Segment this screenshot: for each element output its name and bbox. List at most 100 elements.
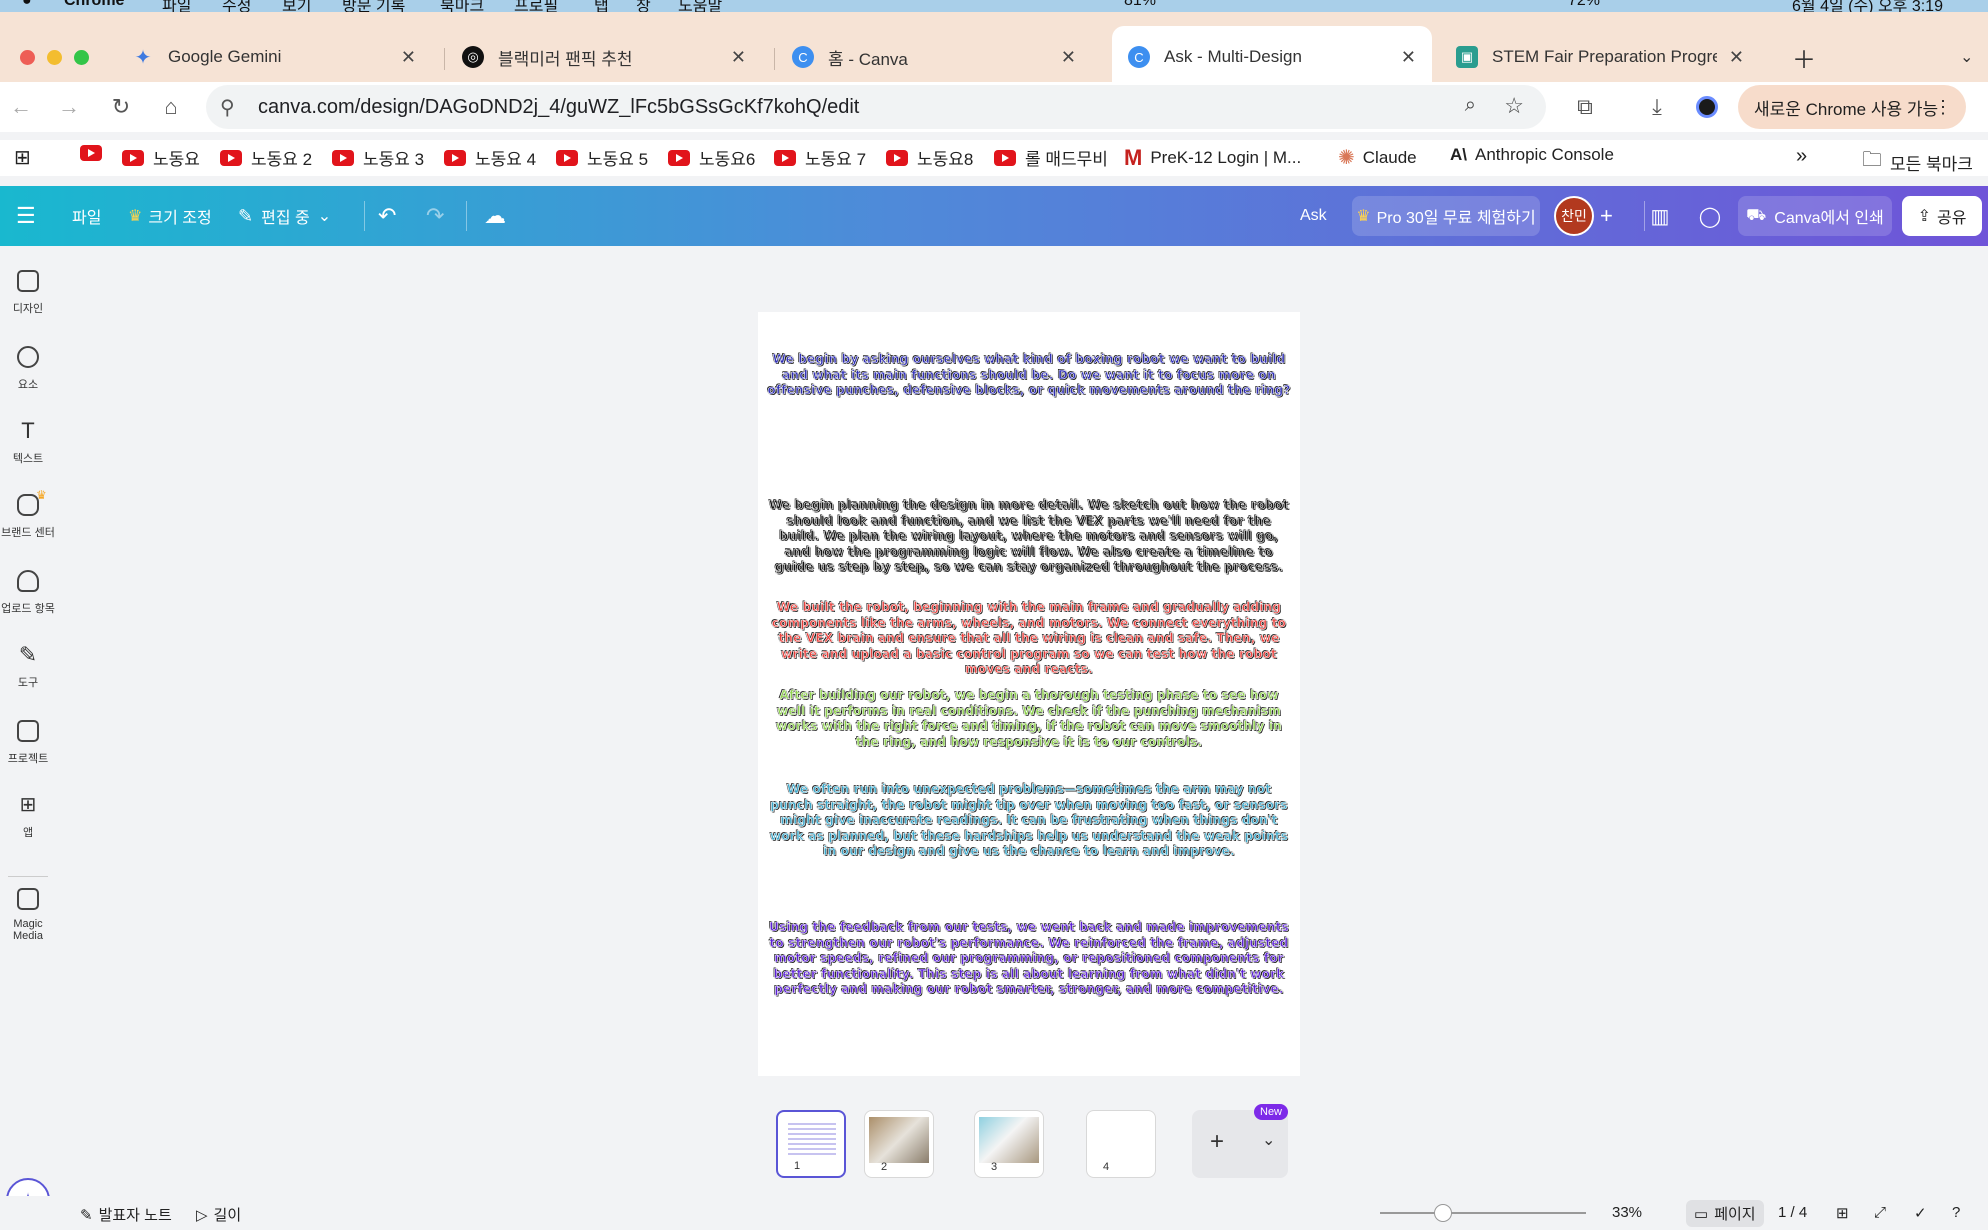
design-page[interactable]: We begin by asking ourselves what kind o… <box>758 312 1300 1076</box>
reload-icon[interactable]: ↻ <box>104 90 138 124</box>
tab-blackmirror[interactable]: ◎ 블랙미러 팬픽 추천 ✕ <box>446 26 762 88</box>
maximize-window-button[interactable] <box>74 50 89 65</box>
bookmark-youtube[interactable] <box>80 145 111 161</box>
share-button[interactable]: ⇪ 공유 <box>1902 196 1982 236</box>
close-tab-icon[interactable]: ✕ <box>401 47 416 68</box>
home-icon[interactable]: ⌂ <box>154 90 188 124</box>
page-thumbnail-4[interactable]: 4 <box>1086 1110 1156 1178</box>
text-block-5[interactable]: We often run into unexpected problems—so… <box>766 782 1292 860</box>
sidebar-item-apps[interactable]: ⊞ 앱 <box>0 794 56 840</box>
page-view-button[interactable]: ▭ 페이지 <box>1686 1200 1764 1227</box>
menu-file[interactable]: 파일 <box>162 0 191 12</box>
bookmark-item[interactable]: 노동요6 <box>668 145 755 170</box>
redo-icon[interactable]: ↷ <box>426 186 444 246</box>
text-block-4[interactable]: After building our robot, we begin a tho… <box>766 688 1292 750</box>
close-window-button[interactable] <box>20 50 35 65</box>
apps-grid-icon[interactable]: ⊞ <box>14 145 31 170</box>
grid-view-icon[interactable]: ⊞ <box>1836 1204 1849 1222</box>
more-bookmarks-icon[interactable]: » <box>1796 145 1807 168</box>
zoom-slider-track[interactable] <box>1380 1212 1586 1214</box>
sidebar-item-tools[interactable]: ✎ 도구 <box>0 644 56 690</box>
presenter-notes-button[interactable]: ✎ 발표자 노트 <box>80 1204 172 1225</box>
analytics-icon[interactable]: ▥ <box>1640 196 1680 236</box>
zoom-level[interactable]: 33% <box>1612 1204 1642 1221</box>
omnibox[interactable]: ⚲ canva.com/design/DAGoDND2j_4/guWZ_lFc5… <box>206 85 1546 129</box>
page-thumbnail-2[interactable]: 2 <box>864 1110 934 1178</box>
menu-tab[interactable]: 탭 <box>594 0 609 12</box>
close-tab-icon[interactable]: ✕ <box>1401 47 1416 68</box>
chevron-down-icon[interactable]: ⌄ <box>1262 1130 1275 1150</box>
bookmark-item[interactable]: 노동요 3 <box>332 145 424 170</box>
menu-bookmarks[interactable]: 북마크 <box>440 0 484 12</box>
duration-button[interactable]: ▷ 길이 <box>196 1204 241 1225</box>
avatar[interactable]: 찬민 <box>1554 196 1594 236</box>
sidebar-item-design[interactable]: 디자인 <box>0 270 56 316</box>
zoom-slider-thumb[interactable] <box>1434 1204 1452 1222</box>
download-icon[interactable]: ⤓ <box>1640 90 1674 124</box>
close-tab-icon[interactable]: ✕ <box>1729 47 1744 68</box>
minimize-window-button[interactable] <box>47 50 62 65</box>
help-icon[interactable]: ? <box>1952 1204 1960 1221</box>
sidebar-item-projects[interactable]: 프로젝트 <box>0 720 56 766</box>
text-block-3[interactable]: We built the robot, beginning with the m… <box>766 600 1292 678</box>
close-tab-icon[interactable]: ✕ <box>731 47 746 68</box>
menu-profile[interactable]: 프로필 <box>514 0 558 12</box>
ask-button[interactable]: Ask <box>1300 186 1327 246</box>
bookmark-item[interactable]: 롤 매드무비 <box>994 145 1108 170</box>
tab-ask-multi-design[interactable]: C Ask - Multi-Design ✕ <box>1112 26 1432 88</box>
bookmark-star-icon[interactable]: ☆ <box>1504 93 1524 119</box>
all-bookmarks-button[interactable]: 🗀 모든 북마크 <box>1862 145 1973 179</box>
app-name[interactable]: Chrome <box>64 0 124 10</box>
menu-history[interactable]: 방문 기록 <box>342 0 405 12</box>
add-collaborator-icon[interactable]: + <box>1600 186 1613 246</box>
file-menu[interactable]: 파일 <box>72 186 101 246</box>
page-counter[interactable]: 1 / 4 <box>1778 1204 1807 1221</box>
bookmark-item[interactable]: A\ Anthropic Console <box>1450 145 1614 165</box>
resize-button[interactable]: ♛ 크기 조정 <box>128 186 212 246</box>
bookmark-item[interactable]: 노동요 5 <box>556 145 648 170</box>
comment-icon[interactable]: ◯ <box>1690 196 1730 236</box>
cloud-save-icon[interactable]: ☁ <box>484 186 506 246</box>
page-thumbnail-1[interactable]: 1 <box>776 1110 846 1178</box>
close-tab-icon[interactable]: ✕ <box>1061 47 1076 68</box>
tab-search-chevron-icon[interactable]: ⌄ <box>1944 26 1984 88</box>
menu-hamburger-icon[interactable]: ☰ <box>16 186 36 246</box>
page-thumbnail-3[interactable]: 3 <box>974 1110 1044 1178</box>
sidebar-item-uploads[interactable]: 업로드 항목 <box>0 570 56 616</box>
forward-icon[interactable]: → <box>52 90 86 124</box>
check-icon[interactable]: ✓ <box>1914 1204 1927 1222</box>
bookmark-item[interactable]: 노동요8 <box>886 145 973 170</box>
add-page-icon[interactable]: + <box>1210 1128 1224 1156</box>
bookmark-item[interactable]: 노동요 2 <box>220 145 312 170</box>
apple-icon[interactable]: ● <box>22 0 32 10</box>
tab-google-gemini[interactable]: ✦ Google Gemini ✕ <box>116 26 432 88</box>
menu-view[interactable]: 보기 <box>282 0 311 12</box>
chrome-update-button[interactable]: 새로운 Chrome 사용 가능 ⋮ <box>1738 85 1966 129</box>
menu-window[interactable]: 창 <box>636 0 651 12</box>
sidebar-item-magic-media[interactable]: Magic Media <box>0 888 56 942</box>
text-block-2[interactable]: We begin planning the design in more det… <box>766 498 1292 576</box>
more-menu-icon[interactable]: ⋮ <box>1934 97 1952 118</box>
bookmark-item[interactable]: 노동요 <box>122 145 200 170</box>
bookmark-item[interactable]: ✺ Claude <box>1338 145 1417 170</box>
print-button[interactable]: ⛟ Canva에서 인쇄 <box>1738 196 1892 236</box>
site-info-icon[interactable]: ⚲ <box>220 95 235 120</box>
text-block-6[interactable]: Using the feedback from our tests, we we… <box>766 920 1292 998</box>
text-block-1[interactable]: We begin by asking ourselves what kind o… <box>766 352 1292 399</box>
fullscreen-icon[interactable]: ⤢ <box>1874 1204 1886 1221</box>
url-text[interactable]: canva.com/design/DAGoDND2j_4/guWZ_lFc5bG… <box>258 96 859 119</box>
tab-canva-home[interactable]: C 홈 - Canva ✕ <box>776 26 1092 88</box>
bookmark-item[interactable]: M PreK-12 Login | M... <box>1124 145 1301 171</box>
undo-icon[interactable]: ↶ <box>378 186 396 246</box>
sidebar-item-brand[interactable]: 브랜드 센터 ♛ <box>0 488 56 540</box>
bookmark-item[interactable]: 노동요 4 <box>444 145 536 170</box>
zoom-icon[interactable]: ⌕ <box>1465 94 1476 117</box>
menu-help[interactable]: 도움말 <box>678 0 722 12</box>
bookmark-item[interactable]: 노동요 7 <box>774 145 866 170</box>
profile-icon[interactable] <box>1690 90 1724 124</box>
sidebar-item-text[interactable]: T 텍스트 <box>0 420 56 466</box>
new-tab-button[interactable]: ＋ <box>1776 26 1816 88</box>
pro-trial-button[interactable]: ♛ Pro 30일 무료 체험하기 <box>1352 196 1540 236</box>
menu-edit[interactable]: 수정 <box>222 0 251 12</box>
extensions-icon[interactable]: ⧉ <box>1568 90 1602 124</box>
